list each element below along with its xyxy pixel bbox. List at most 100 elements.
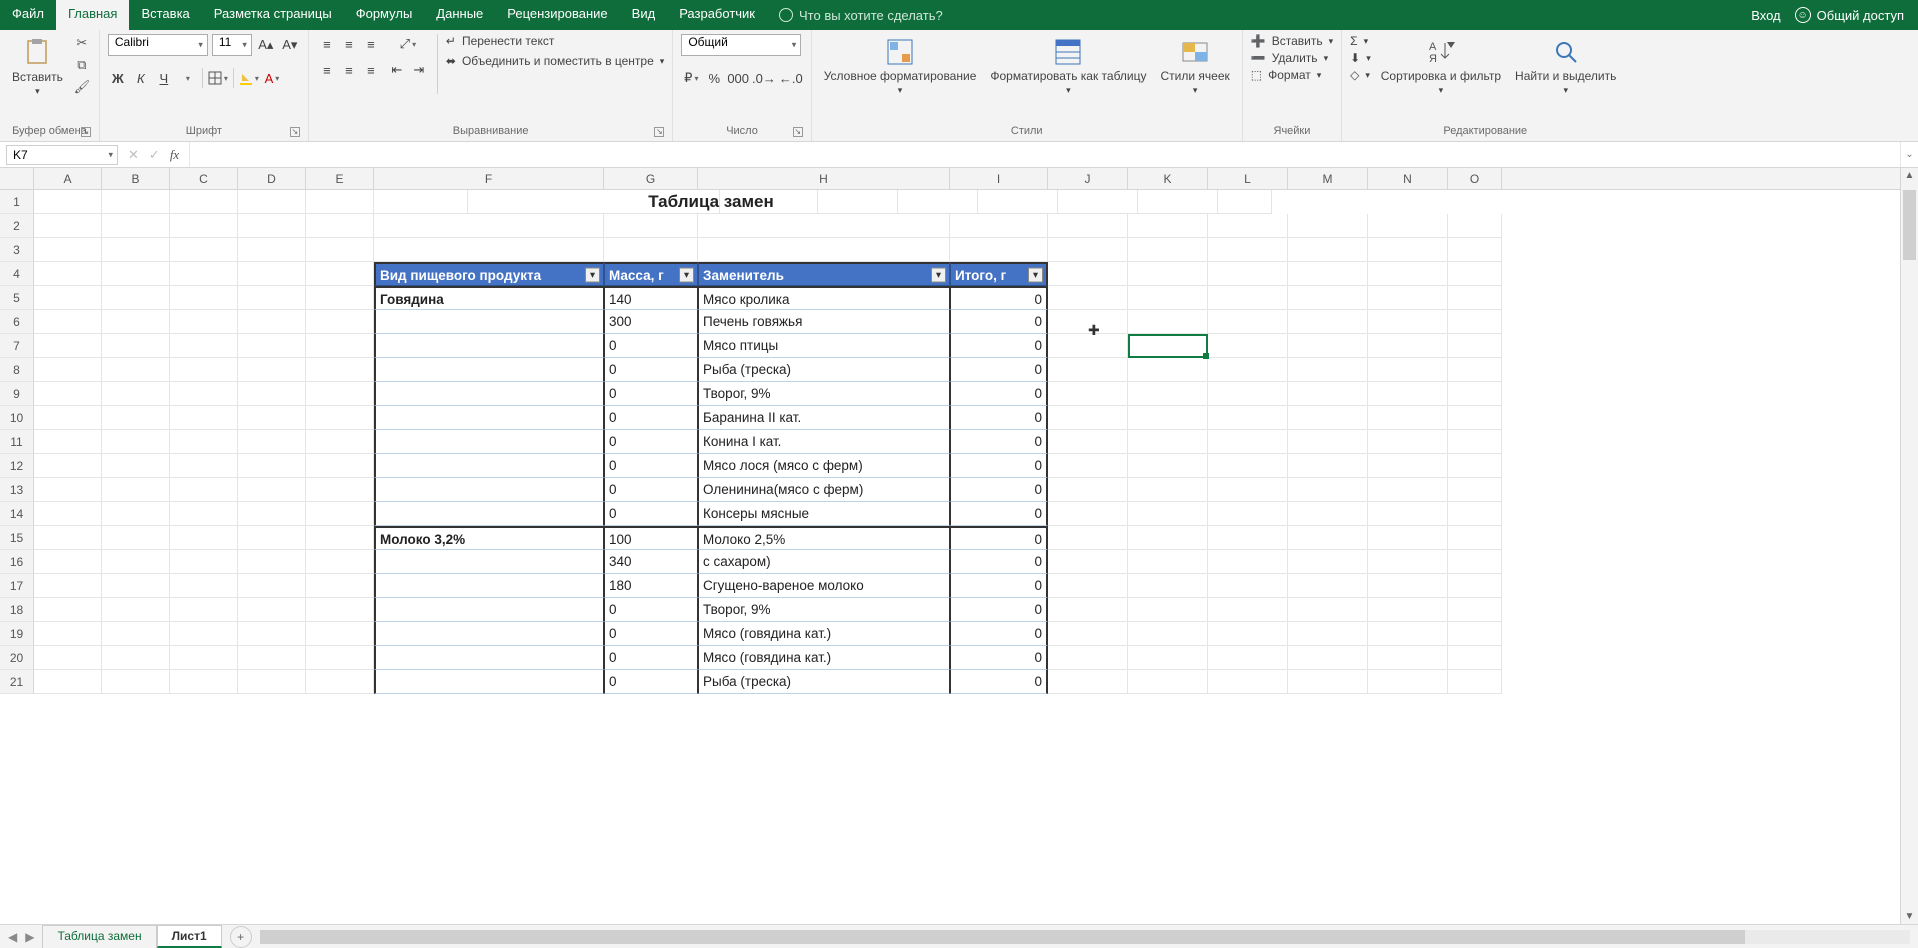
row-header[interactable]: 13 (0, 478, 34, 502)
row-header[interactable]: 3 (0, 238, 34, 262)
cell[interactable] (306, 502, 374, 526)
format-painter-icon[interactable]: 🖌 (73, 78, 91, 96)
cell[interactable]: 100 (604, 526, 698, 550)
cell[interactable] (34, 526, 102, 550)
column-header[interactable]: K (1128, 168, 1208, 189)
align-center-icon[interactable]: ≡ (339, 60, 359, 80)
bold-button[interactable]: Ж (108, 68, 128, 88)
cell[interactable] (1208, 406, 1288, 430)
cell[interactable] (34, 574, 102, 598)
cell[interactable] (1208, 550, 1288, 574)
cell[interactable] (1368, 622, 1448, 646)
cell[interactable] (1048, 214, 1128, 238)
cell[interactable] (374, 550, 604, 574)
cell[interactable]: Мясо лося (мясо с ферм) (698, 454, 950, 478)
menu-tab-Рецензирование[interactable]: Рецензирование (495, 0, 619, 30)
cell[interactable] (1288, 430, 1368, 454)
cell[interactable] (170, 430, 238, 454)
cell[interactable] (102, 358, 170, 382)
cell[interactable] (374, 238, 604, 262)
cell[interactable]: 0 (604, 382, 698, 406)
cell[interactable] (1208, 286, 1288, 310)
cell-styles-button[interactable]: Стили ячеек▾ (1157, 34, 1234, 98)
italic-button[interactable]: К (131, 68, 151, 88)
cell[interactable] (1128, 406, 1208, 430)
filter-dropdown-icon[interactable]: ▾ (1028, 267, 1043, 282)
cell[interactable] (102, 238, 170, 262)
cell[interactable]: 140 (604, 286, 698, 310)
cell[interactable] (238, 382, 306, 406)
cell[interactable] (1208, 358, 1288, 382)
cell[interactable] (698, 214, 950, 238)
cell[interactable]: Вид пищевого продукта▾ (374, 262, 604, 286)
cell[interactable]: 0 (950, 286, 1048, 310)
row-header[interactable]: 1 (0, 190, 34, 214)
cell[interactable] (1448, 454, 1502, 478)
cell[interactable]: 0 (950, 598, 1048, 622)
cell[interactable] (1208, 670, 1288, 694)
cell[interactable]: Творог, 9% (698, 598, 950, 622)
cell[interactable] (102, 454, 170, 478)
dialog-launcher-icon[interactable]: ↘ (654, 127, 664, 137)
cell[interactable] (34, 310, 102, 334)
cell[interactable] (102, 190, 170, 214)
align-left-icon[interactable]: ≡ (317, 60, 337, 80)
cell[interactable]: 0 (950, 478, 1048, 502)
cell[interactable] (374, 310, 604, 334)
cell[interactable]: 340 (604, 550, 698, 574)
cell[interactable] (604, 238, 698, 262)
cell[interactable] (102, 670, 170, 694)
cell[interactable] (102, 598, 170, 622)
cell[interactable] (1128, 550, 1208, 574)
cell[interactable]: Печень говяжья (698, 310, 950, 334)
delete-cells-button[interactable]: ➖Удалить ▾ (1251, 51, 1333, 65)
cell[interactable] (1368, 214, 1448, 238)
cell[interactable] (1208, 310, 1288, 334)
cell[interactable] (1208, 430, 1288, 454)
cell[interactable] (1448, 286, 1502, 310)
cell[interactable] (374, 382, 604, 406)
cell[interactable] (1368, 358, 1448, 382)
cell[interactable] (306, 430, 374, 454)
cell[interactable] (1448, 238, 1502, 262)
cell[interactable] (1368, 574, 1448, 598)
cell[interactable]: Конина I кат. (698, 430, 950, 454)
row-header[interactable]: 14 (0, 502, 34, 526)
cell[interactable] (1048, 574, 1128, 598)
cell[interactable] (1048, 598, 1128, 622)
menu-tab-Вставка[interactable]: Вставка (129, 0, 201, 30)
cell[interactable] (1128, 310, 1208, 334)
column-header[interactable]: O (1448, 168, 1502, 189)
cell[interactable] (1048, 454, 1128, 478)
cell[interactable] (170, 454, 238, 478)
cell[interactable]: с сахаром) (698, 550, 950, 574)
cell[interactable] (1448, 430, 1502, 454)
column-header[interactable]: J (1048, 168, 1128, 189)
cell[interactable] (950, 238, 1048, 262)
cell[interactable] (1368, 262, 1448, 286)
cell[interactable] (374, 646, 604, 670)
cell[interactable] (34, 334, 102, 358)
cell[interactable] (238, 406, 306, 430)
cell[interactable]: Заменитель▾ (698, 262, 950, 286)
row-header[interactable]: 20 (0, 646, 34, 670)
cell[interactable] (170, 286, 238, 310)
cell[interactable]: Таблица замен (374, 190, 1048, 214)
cell[interactable]: 0 (604, 502, 698, 526)
cell[interactable] (1208, 622, 1288, 646)
cell[interactable] (1208, 646, 1288, 670)
cell[interactable] (1288, 406, 1368, 430)
cell[interactable] (1368, 406, 1448, 430)
cell[interactable] (34, 670, 102, 694)
cell[interactable] (1048, 478, 1128, 502)
cell[interactable] (374, 622, 604, 646)
cell[interactable] (306, 670, 374, 694)
cell[interactable] (1288, 454, 1368, 478)
column-header[interactable]: M (1288, 168, 1368, 189)
row-header[interactable]: 6 (0, 310, 34, 334)
name-box[interactable]: K7▾ (6, 145, 118, 165)
copy-icon[interactable]: ⧉ (73, 56, 91, 74)
cell[interactable] (374, 574, 604, 598)
cell[interactable] (374, 430, 604, 454)
cell[interactable]: 0 (604, 670, 698, 694)
